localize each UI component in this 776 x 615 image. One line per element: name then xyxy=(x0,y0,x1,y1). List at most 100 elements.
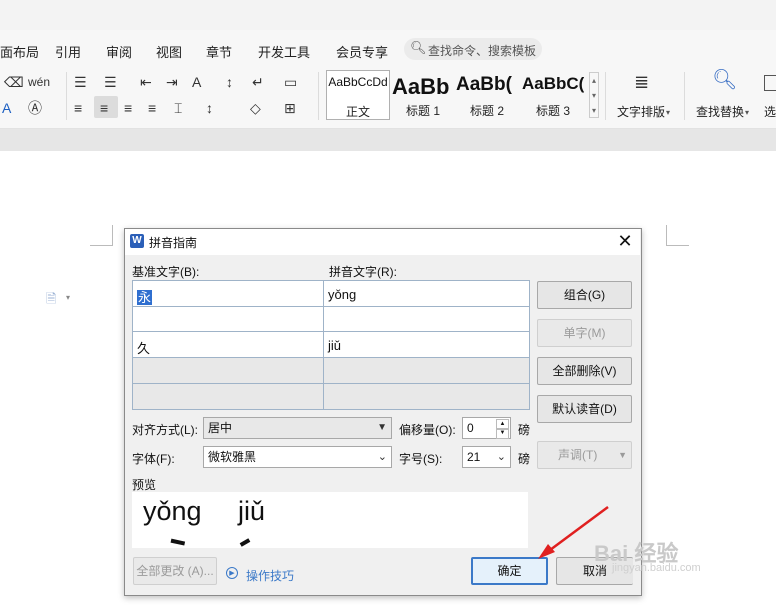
preview-box: yǒng jiǔ xyxy=(132,492,528,548)
offset-value: 0 xyxy=(467,421,474,435)
preview-char-fragment xyxy=(168,538,186,548)
ruby-cell[interactable]: jiǔ xyxy=(323,332,529,358)
font-color-icon[interactable]: A xyxy=(2,100,11,116)
page-corner-mark xyxy=(90,225,113,246)
page-corner-mark xyxy=(666,225,689,246)
style-sample: AaBbCcDd xyxy=(328,75,388,89)
menu-references[interactable]: 引用 xyxy=(55,42,81,61)
numbered-list-icon[interactable]: ☰ xyxy=(104,74,117,90)
ribbon-divider xyxy=(605,72,606,120)
eraser-icon[interactable]: ⌫ xyxy=(4,74,24,90)
watermark-url: jingyan.baidu.com xyxy=(612,562,701,574)
align-label: 对齐方式(L): xyxy=(132,423,199,437)
ruby-cell xyxy=(323,384,529,409)
preview-ruby-1: yǒng xyxy=(143,496,202,526)
style-sample: AaBb( xyxy=(456,74,512,95)
bullet-list-icon[interactable]: ☰ xyxy=(74,74,87,90)
offset-unit: 磅 xyxy=(518,423,531,437)
menu-review[interactable]: 审阅 xyxy=(106,42,132,61)
base-cell xyxy=(133,358,323,384)
preview-char-fragment xyxy=(239,538,255,548)
style-sample: AaBb xyxy=(392,74,450,99)
preview-label: 预览 xyxy=(132,478,157,492)
text-direction-icon[interactable]: A xyxy=(192,74,201,90)
pinyin-table: 永 yǒng 久 jiǔ xyxy=(132,280,530,410)
chevron-down-icon: ⌄ xyxy=(496,451,506,463)
paragraph-mark-icon[interactable]: ↵ xyxy=(252,74,264,90)
text-layout-icon[interactable]: ≣ xyxy=(634,73,649,91)
align-select[interactable]: 居中 ▼ xyxy=(203,417,392,439)
justify-icon[interactable]: ≡ xyxy=(148,100,156,116)
chevron-down-icon: ⌄ xyxy=(377,451,387,463)
size-select[interactable]: 21 ⌄ xyxy=(462,446,511,468)
chevron-down-icon[interactable]: ▾ xyxy=(666,108,670,117)
group-button[interactable]: 组合(G) xyxy=(537,281,632,309)
menu-page-layout[interactable]: 面布局 xyxy=(0,42,39,61)
ruler-band xyxy=(0,129,776,151)
close-icon[interactable]: ✕ xyxy=(612,230,638,252)
search-placeholder: 查找命令、搜索模板 xyxy=(428,44,537,58)
distributed-icon[interactable]: ⌶ xyxy=(174,100,182,116)
pinyin-guide-icon[interactable]: wén xyxy=(28,74,50,90)
chevron-down-icon[interactable]: ▾ xyxy=(745,108,749,117)
ribbon-divider xyxy=(684,72,685,120)
spin-down-icon[interactable]: ▼ xyxy=(496,428,509,439)
align-left-icon[interactable]: ≡ xyxy=(74,100,82,116)
increase-indent-icon[interactable]: ⇥ xyxy=(166,74,178,90)
dialog-title: 拼音指南 xyxy=(149,236,198,250)
style-name: 正文 xyxy=(345,105,370,119)
page-doc-icon[interactable]: 🗎︎ xyxy=(46,290,56,312)
shading-icon[interactable]: ◇ xyxy=(250,100,261,116)
ribbon-divider xyxy=(66,72,67,120)
border-icon[interactable]: ⊞ xyxy=(284,100,296,116)
default-reading-button[interactable]: 默认读音(D) xyxy=(537,395,632,423)
menu-member[interactable]: 会员专享 xyxy=(336,42,388,61)
menu-developer[interactable]: 开发工具 xyxy=(258,42,310,61)
preview-ruby-2: jiǔ xyxy=(238,496,266,526)
menu-view[interactable]: 视图 xyxy=(156,42,182,61)
ruler-icon[interactable]: ▭ xyxy=(284,74,297,90)
align-right-icon[interactable]: ≡ xyxy=(124,100,132,116)
style-normal[interactable]: AaBbCcDd 正文 xyxy=(326,70,390,120)
offset-label: 偏移量(O): xyxy=(399,423,456,437)
size-unit: 磅 xyxy=(518,452,531,466)
chevron-down-icon: ▼ xyxy=(377,422,387,433)
base-char-selected: 永 xyxy=(137,290,153,305)
style-heading-3[interactable]: AaBbC( 标题 3 xyxy=(522,70,584,118)
offset-spinner[interactable]: 0 ▲ ▼ xyxy=(462,417,511,439)
style-name: 标题 1 xyxy=(405,104,440,118)
find-icon[interactable]: 🔍︎ xyxy=(712,70,737,90)
style-heading-1[interactable]: AaBb 标题 1 xyxy=(392,70,454,118)
font-select[interactable]: 微软雅黑 ⌄ xyxy=(203,446,392,468)
text-layout-label[interactable]: 文字排版 xyxy=(617,103,665,120)
style-heading-2[interactable]: AaBb( 标题 2 xyxy=(456,70,518,118)
base-cell[interactable]: 永 xyxy=(133,281,323,307)
menu-section[interactable]: 章节 xyxy=(206,42,232,61)
tone-dropdown[interactable]: 声调(T) ▼ xyxy=(537,441,632,469)
find-replace-label[interactable]: 查找替换 xyxy=(696,103,744,120)
select-icon[interactable] xyxy=(764,75,776,91)
size-value: 21 xyxy=(467,450,481,464)
base-cell[interactable] xyxy=(133,307,323,332)
ruby-text-header: 拼音文字(R): xyxy=(329,265,397,279)
line-spacing-icon[interactable]: ↕ xyxy=(206,100,213,116)
ruby-cell[interactable]: yǒng xyxy=(323,281,529,307)
ruby-cell[interactable] xyxy=(323,307,529,332)
chevron-down-icon[interactable]: ▾ xyxy=(66,293,70,302)
char-border-icon[interactable]: Ⓐ xyxy=(28,100,42,116)
base-cell[interactable]: 久 xyxy=(133,332,323,358)
play-icon[interactable]: ▶ xyxy=(226,567,238,579)
ok-button[interactable]: 确定 xyxy=(471,557,548,585)
ruby-cell xyxy=(323,358,529,384)
chevron-down-icon: ▼ xyxy=(618,450,627,460)
align-center-icon[interactable]: ≡ xyxy=(100,100,108,116)
style-scroll[interactable]: ▴ ▾ ▾ xyxy=(589,72,599,118)
font-value: 微软雅黑 xyxy=(208,450,257,464)
select-label[interactable]: 选 xyxy=(764,103,776,120)
sort-icon[interactable]: ↕ xyxy=(226,74,233,90)
change-all-button[interactable]: 全部更改 (A)... xyxy=(133,557,217,585)
decrease-indent-icon[interactable]: ⇤ xyxy=(140,74,152,90)
single-char-button[interactable]: 单字(M) xyxy=(537,319,632,347)
tips-link[interactable]: 操作技巧 xyxy=(246,567,294,584)
delete-all-button[interactable]: 全部删除(V) xyxy=(537,357,632,385)
